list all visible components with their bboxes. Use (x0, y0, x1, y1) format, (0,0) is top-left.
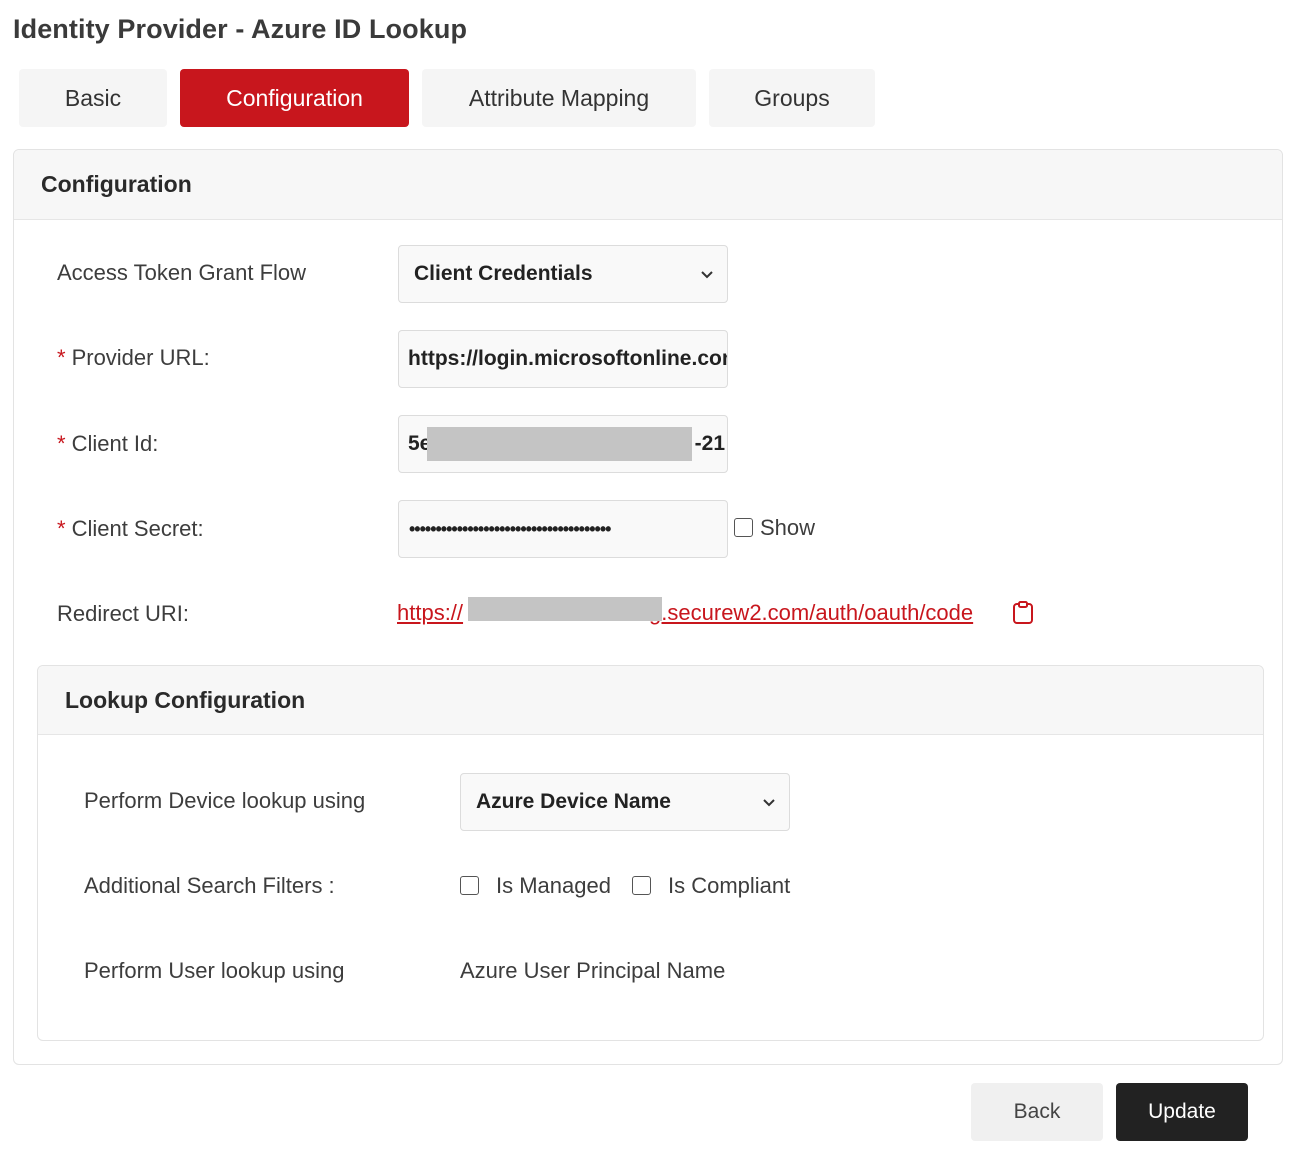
clipboard-icon[interactable] (1012, 601, 1034, 625)
redirect-uri-prefix: https:// (397, 600, 464, 625)
configuration-header: Configuration (14, 150, 1282, 220)
is-managed-label: Is Managed (496, 873, 611, 898)
provider-url-field[interactable] (398, 330, 728, 388)
client-secret-label-text: Client Secret: (71, 516, 204, 541)
show-secret-label: Show (760, 515, 816, 540)
provider-url-label: * Provider URL: (57, 345, 210, 371)
lookup-configuration-header: Lookup Configuration (38, 666, 1263, 735)
provider-url-label-text: Provider URL: (71, 345, 210, 370)
required-mark: * (57, 431, 66, 456)
client-secret-label: * Client Secret: (57, 516, 204, 542)
tab-attribute-mapping[interactable]: Attribute Mapping (422, 69, 696, 127)
update-button[interactable]: Update (1116, 1083, 1248, 1141)
user-lookup-label: Perform User lookup using (84, 958, 345, 983)
tab-groups[interactable]: Groups (709, 69, 875, 127)
provider-url-input[interactable] (408, 347, 727, 371)
device-lookup-value: Azure Device Name (476, 790, 671, 813)
client-secret-value: •••••••••••••••••••••••••••••••••••••• (409, 518, 611, 539)
is-compliant-label: Is Compliant (668, 873, 791, 898)
is-managed-checkbox[interactable] (460, 876, 479, 895)
back-button[interactable]: Back (971, 1083, 1103, 1141)
client-id-label: * Client Id: (57, 431, 158, 457)
user-lookup-value: Azure User Principal Name (460, 958, 726, 983)
grant-flow-select[interactable]: Client Credentials (398, 245, 728, 303)
lookup-configuration-card: Lookup Configuration Perform Device look… (37, 665, 1264, 1041)
client-secret-field[interactable]: •••••••••••••••••••••••••••••••••••••• (398, 500, 728, 558)
device-lookup-select[interactable]: Azure Device Name (460, 773, 790, 831)
grant-flow-value: Client Credentials (414, 262, 593, 285)
search-filters-label: Additional Search Filters : (84, 873, 335, 898)
device-lookup-label: Perform Device lookup using (84, 788, 366, 813)
page-title: Identity Provider - Azure ID Lookup (13, 14, 468, 44)
is-compliant-checkbox[interactable] (632, 876, 651, 895)
redirect-uri-suffix: g.securew2.com/auth/oauth/code (649, 600, 974, 625)
chevron-down-icon (763, 799, 775, 807)
required-mark: * (57, 345, 66, 370)
client-id-suffix: -21 (694, 432, 725, 455)
redacted-block (468, 597, 662, 621)
chevron-down-icon (701, 271, 713, 279)
tab-configuration[interactable]: Configuration (180, 69, 409, 127)
show-secret-checkbox[interactable] (734, 518, 753, 537)
client-id-label-text: Client Id: (71, 431, 159, 456)
redacted-block (427, 427, 692, 461)
required-mark: * (57, 516, 66, 541)
tab-basic[interactable]: Basic (19, 69, 167, 127)
grant-flow-label: Access Token Grant Flow (57, 260, 307, 285)
redirect-uri-label: Redirect URI: (57, 601, 190, 626)
client-id-field[interactable]: 5e -21 (398, 415, 728, 473)
